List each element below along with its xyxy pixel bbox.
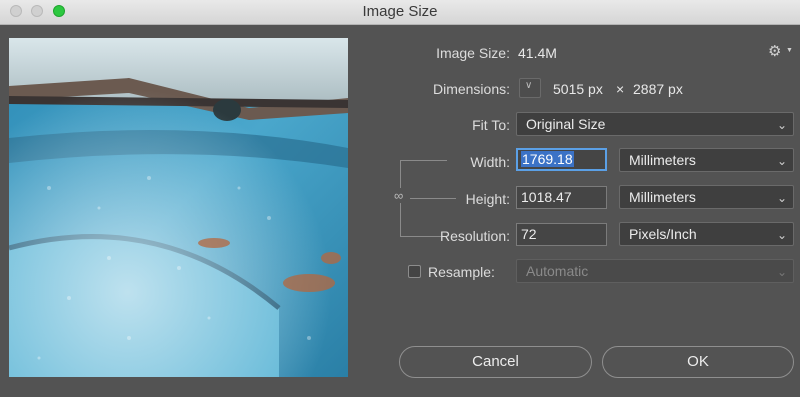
width-units-value: Millimeters xyxy=(629,152,696,168)
resolution-units-select[interactable]: Pixels/Inch ⌄ xyxy=(619,222,794,246)
dimensions-units-dropdown[interactable]: ∨ xyxy=(519,78,541,98)
dimensions-width: 5015 px xyxy=(553,81,603,97)
width-label: Width: xyxy=(470,154,510,170)
title-bar: Image Size xyxy=(0,0,800,25)
fit-to-select[interactable]: Original Size ⌄ xyxy=(516,112,794,136)
height-units-select[interactable]: Millimeters ⌄ xyxy=(619,185,794,209)
width-units-select[interactable]: Millimeters ⌄ xyxy=(619,148,794,172)
resolution-field[interactable]: 72 xyxy=(516,223,607,246)
image-size-dialog: Image Size Image Size: 41.4M ⚙ ▼ Dimensi… xyxy=(0,0,800,397)
link-icon[interactable]: ∞ xyxy=(393,188,405,203)
width-field[interactable]: 1769.18 xyxy=(516,148,607,171)
chevron-down-icon: ⌄ xyxy=(776,265,787,279)
chevron-down-icon: ⌄ xyxy=(776,191,787,205)
image-size-value: 41.4M xyxy=(518,45,557,61)
fit-to-label: Fit To: xyxy=(472,117,510,133)
resample-label: Resample: xyxy=(428,264,495,280)
height-field[interactable]: 1018.47 xyxy=(516,186,607,209)
preview-image xyxy=(9,38,348,377)
resolution-value: 72 xyxy=(521,226,537,242)
window-title: Image Size xyxy=(362,3,438,20)
chevron-down-icon: ⌄ xyxy=(776,118,787,132)
chevron-down-icon: ∨ xyxy=(525,80,533,91)
height-label: Height: xyxy=(465,191,510,207)
resample-checkbox[interactable] xyxy=(408,265,421,278)
image-size-label: Image Size: xyxy=(436,45,510,61)
chevron-down-icon: ⌄ xyxy=(776,154,787,168)
resample-method-value: Automatic xyxy=(526,263,589,279)
resample-method-select: Automatic ⌄ xyxy=(516,259,794,283)
height-value: 1018.47 xyxy=(521,189,572,205)
chevron-down-icon: ▼ xyxy=(786,47,793,54)
ok-button[interactable]: OK xyxy=(602,346,794,378)
gear-icon[interactable]: ⚙ xyxy=(768,42,781,60)
resolution-label: Resolution: xyxy=(439,228,510,244)
fit-to-value: Original Size xyxy=(526,116,606,132)
dimensions-height: 2887 px xyxy=(633,81,683,97)
height-units-value: Millimeters xyxy=(629,189,696,205)
image-preview[interactable] xyxy=(9,38,348,377)
dimensions-label: Dimensions: xyxy=(432,81,510,97)
dimensions-times: × xyxy=(616,81,625,97)
cancel-button[interactable]: Cancel xyxy=(399,346,592,378)
chevron-down-icon: ⌄ xyxy=(776,228,787,242)
resolution-units-value: Pixels/Inch xyxy=(629,226,697,242)
width-value: 1769.18 xyxy=(521,151,574,167)
